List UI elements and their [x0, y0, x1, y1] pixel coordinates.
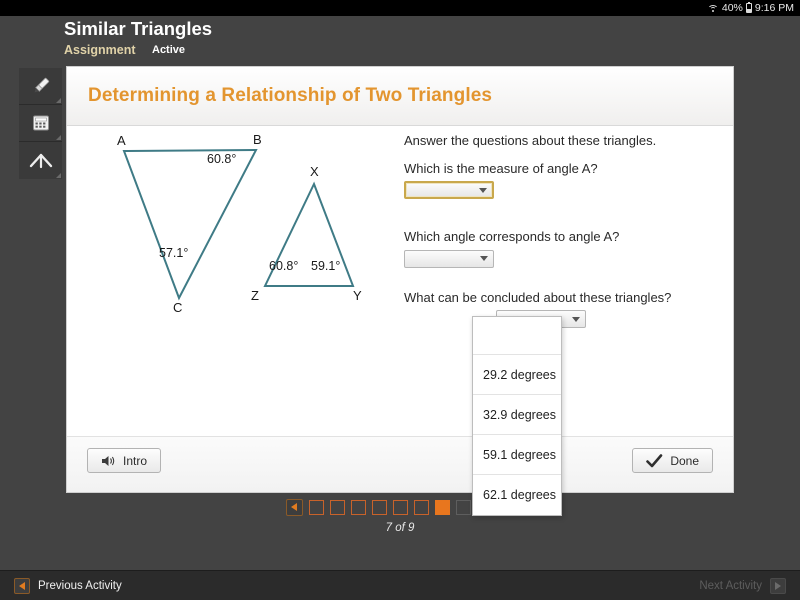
- assignment-label: Assignment: [64, 43, 136, 57]
- chevron-down-icon: [572, 316, 580, 322]
- intro-button[interactable]: Intro: [87, 448, 162, 473]
- triangles-svg: [122, 148, 355, 301]
- vertex-label-c: C: [173, 300, 183, 315]
- pager-box-6[interactable]: [413, 499, 429, 515]
- angle-label-z: 60.8°: [269, 259, 299, 273]
- angle-label-b: 60.8°: [207, 152, 237, 166]
- next-activity-button[interactable]: Next Activity: [699, 578, 786, 594]
- activity-card: Determining a Relationship of Two Triang…: [66, 66, 734, 516]
- done-button-label: Done: [670, 453, 699, 468]
- done-button[interactable]: Done: [632, 448, 713, 473]
- angle-label-y: 59.1°: [311, 259, 341, 273]
- app-root: 40% 9:16 PM Similar Triangles Assignment…: [0, 0, 800, 600]
- pager: 7 of 9: [0, 498, 800, 534]
- pager-box-7[interactable]: [434, 499, 450, 515]
- question-3-label: What can be concluded about these triang…: [404, 289, 672, 305]
- vertex-label-b: B: [253, 132, 262, 147]
- triangles-figure: A B C 60.8° 57.1° X Y Z 60.8° 59.1°: [67, 126, 397, 426]
- status-badge: Active: [152, 44, 186, 56]
- card-body: A B C 60.8° 57.1° X Y Z 60.8° 59.1° Answ…: [67, 126, 733, 516]
- bottom-nav: Previous Activity Next Activity: [0, 570, 800, 600]
- pager-box-4[interactable]: [371, 499, 387, 515]
- angle-label-c: 57.1°: [159, 246, 189, 260]
- calculator-tool[interactable]: [19, 105, 62, 142]
- battery-icon: [745, 1, 752, 13]
- pager-box-2[interactable]: [329, 499, 345, 515]
- marker-tool[interactable]: [19, 68, 62, 105]
- pager-box-1[interactable]: [308, 499, 324, 515]
- vertex-label-x: X: [310, 164, 319, 179]
- speaker-icon: [102, 455, 115, 466]
- chevron-down-icon: [480, 256, 488, 262]
- dropdown-option[interactable]: 62.1 degrees: [473, 475, 561, 515]
- status-bar: 40% 9:16 PM: [0, 0, 800, 16]
- vertex-label-z: Z: [251, 288, 259, 303]
- battery-percent: 40%: [721, 2, 743, 14]
- activity-title: Determining a Relationship of Two Triang…: [88, 85, 493, 106]
- right-arrow-icon: [770, 578, 786, 594]
- angle-a-dropdown-list[interactable]: 29.2 degrees 32.9 degrees 59.1 degrees 6…: [472, 316, 562, 516]
- dropdown-option[interactable]: 29.2 degrees: [473, 355, 561, 395]
- dropdown-option[interactable]: [473, 317, 561, 355]
- protractor-tool[interactable]: [19, 142, 62, 179]
- card-footer: Intro Done: [67, 436, 733, 492]
- app-header: Similar Triangles Assignment Active: [0, 16, 800, 64]
- vertex-label-a: A: [117, 133, 126, 148]
- questions-column: Answer the questions about these triangl…: [404, 126, 724, 329]
- tool-corner-indicator: [56, 98, 61, 103]
- next-activity-label: Next Activity: [699, 580, 762, 592]
- previous-activity-button[interactable]: Previous Activity: [14, 578, 122, 594]
- pencil-icon: [34, 77, 49, 93]
- question-2-label: Which angle corresponds to angle A?: [404, 229, 620, 245]
- tool-corner-indicator: [56, 135, 61, 140]
- pager-prev-button[interactable]: [285, 498, 303, 516]
- status-clock: 9:16 PM: [754, 2, 794, 14]
- question-1-label: Which is the measure of angle A?: [404, 160, 598, 176]
- card-header: Determining a Relationship of Two Triang…: [67, 67, 733, 126]
- up-arrow-icon: [29, 153, 52, 168]
- calculator-icon: [32, 115, 49, 131]
- pager-box-3[interactable]: [350, 499, 366, 515]
- intro-button-label: Intro: [123, 453, 148, 468]
- pager-box-5[interactable]: [392, 499, 408, 515]
- tool-corner-indicator: [56, 173, 61, 178]
- dropdown-option[interactable]: 59.1 degrees: [473, 435, 561, 475]
- angle-a-select[interactable]: [404, 181, 494, 200]
- corresponding-angle-select[interactable]: [404, 249, 494, 268]
- pager-box-8[interactable]: [455, 499, 471, 515]
- tool-rail: [19, 68, 62, 179]
- page-title: Similar Triangles: [64, 18, 213, 39]
- vertex-label-y: Y: [353, 288, 362, 303]
- wifi-icon: [707, 4, 719, 13]
- left-arrow-icon: [291, 503, 297, 511]
- chevron-down-icon: [479, 187, 487, 193]
- questions-intro: Answer the questions about these triangl…: [404, 133, 657, 148]
- previous-activity-label: Previous Activity: [38, 580, 122, 592]
- left-arrow-icon: [14, 578, 30, 594]
- check-icon: [646, 453, 663, 467]
- dropdown-option[interactable]: 32.9 degrees: [473, 395, 561, 435]
- pager-count: 7 of 9: [385, 522, 415, 534]
